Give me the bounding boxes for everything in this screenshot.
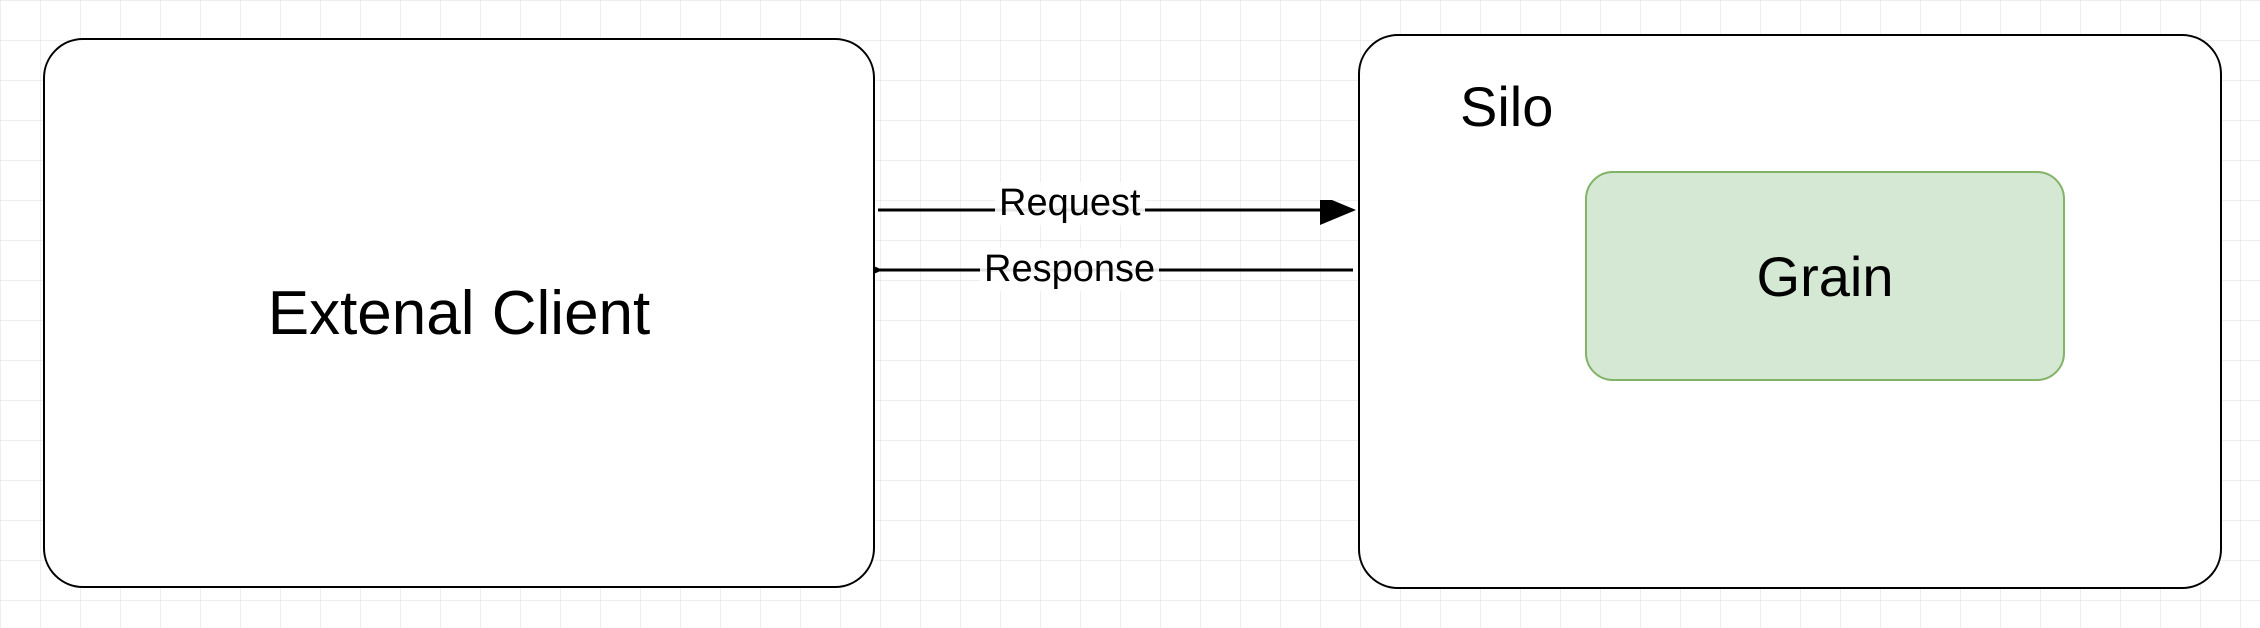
grain-label: Grain: [1757, 244, 1894, 309]
silo-title: Silo: [1460, 74, 1553, 139]
silo-box: Silo Grain: [1358, 34, 2222, 589]
arrows-container: Request Response: [875, 200, 1358, 330]
client-box: Extenal Client: [43, 38, 875, 588]
client-label: Extenal Client: [268, 278, 651, 349]
grain-box: Grain: [1585, 171, 2065, 381]
request-label: Request: [995, 182, 1145, 225]
response-label: Response: [980, 248, 1159, 291]
